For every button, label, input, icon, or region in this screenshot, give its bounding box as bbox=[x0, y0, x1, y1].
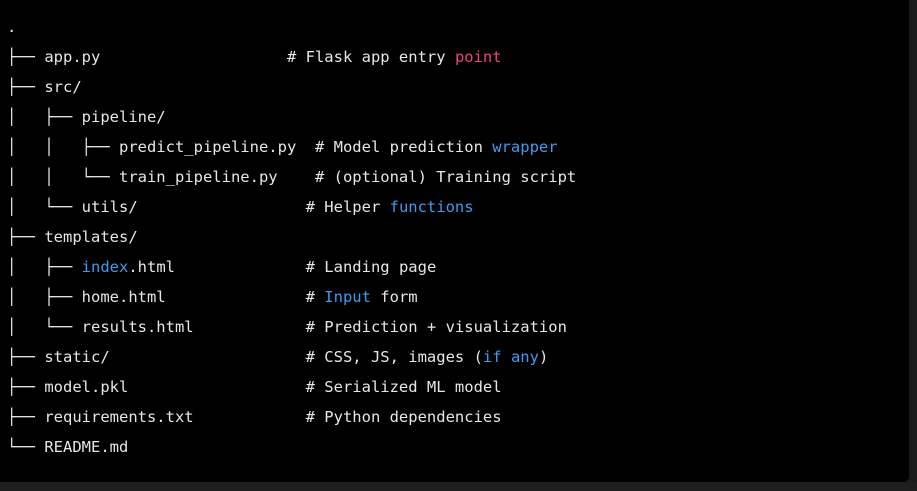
code-line: │ ├── pipeline/ bbox=[7, 102, 576, 132]
code-token: index bbox=[81, 258, 129, 276]
code-token: any bbox=[510, 348, 539, 366]
code-line: │ │ └── train_pipeline.py # (optional) T… bbox=[7, 162, 576, 192]
code-line: │ └── results.html # Prediction + visual… bbox=[7, 312, 576, 342]
code-token: ├── app.py # Flask app entry bbox=[7, 48, 455, 66]
code-line: ├── templates/ bbox=[7, 222, 576, 252]
code-token: point bbox=[454, 48, 502, 66]
code-token: ├── static/ # CSS, JS, images ( bbox=[7, 348, 483, 366]
code-token: │ ├── home.html # bbox=[7, 288, 325, 306]
code-line: ├── requirements.txt # Python dependenci… bbox=[7, 402, 576, 432]
code-token: │ └── utils/ # Helper bbox=[7, 198, 390, 216]
code-line: └── README.md bbox=[7, 432, 576, 462]
code-token: │ ├── pipeline/ bbox=[7, 108, 166, 126]
code-line: │ ├── home.html # Input form bbox=[7, 282, 576, 312]
code-token: │ ├── bbox=[7, 258, 82, 276]
code-token: ├── templates/ bbox=[7, 228, 138, 246]
code-token: ├── requirements.txt # Python dependenci… bbox=[7, 408, 502, 426]
code-token: Input bbox=[324, 288, 371, 306]
code-token: .html # Landing page bbox=[128, 258, 437, 276]
code-token: └── README.md bbox=[7, 438, 129, 456]
code-line: ├── app.py # Flask app entry point bbox=[7, 42, 576, 72]
code-line: │ └── utils/ # Helper functions bbox=[7, 192, 576, 222]
directory-tree: . ├── app.py # Flask app entry point ├── s… bbox=[7, 12, 576, 462]
code-token: ) bbox=[538, 348, 549, 366]
code-token: │ │ ├── predict_pipeline.py # Model pred… bbox=[7, 138, 493, 156]
code-token: │ └── results.html # Prediction + visual… bbox=[7, 318, 567, 336]
code-token: form bbox=[370, 288, 418, 306]
vertical-scrollbar[interactable] bbox=[909, 0, 917, 491]
code-token: │ │ └── train_pipeline.py # (optional) T… bbox=[7, 168, 577, 186]
code-block: . ├── app.py # Flask app entry point ├── s… bbox=[0, 0, 909, 482]
code-token: functions bbox=[389, 198, 474, 216]
code-line: │ ├── index.html # Landing page bbox=[7, 252, 576, 282]
code-token: . bbox=[7, 18, 17, 36]
code-line: │ │ ├── predict_pipeline.py # Model pred… bbox=[7, 132, 576, 162]
code-line: . bbox=[7, 12, 576, 42]
code-line: ├── src/ bbox=[7, 72, 576, 102]
code-token: ├── model.pkl # Serialized ML model bbox=[7, 378, 502, 396]
code-line: ├── static/ # CSS, JS, images (if any) bbox=[7, 342, 576, 372]
code-token: ├── src/ bbox=[7, 78, 82, 96]
code-token: wrapper bbox=[492, 138, 558, 156]
code-token: if bbox=[482, 348, 502, 366]
code-line: ├── model.pkl # Serialized ML model bbox=[7, 372, 576, 402]
horizontal-scrollbar[interactable] bbox=[0, 482, 917, 491]
